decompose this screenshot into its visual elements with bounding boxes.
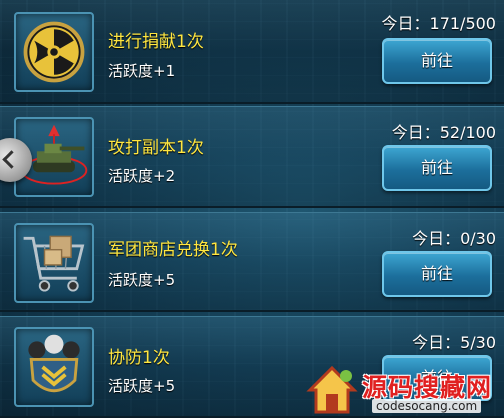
shopping-cart-icon — [14, 223, 94, 303]
radiation-icon — [14, 12, 94, 92]
watermark-logo: 源码搜藏网 codesocang.com — [302, 360, 504, 418]
task-title: 进行捐献1次 — [108, 32, 204, 52]
task-row-dungeon: 攻打副本1次 活跃度+2 今日：52/100 前往 — [0, 106, 504, 208]
go-button-donate[interactable]: 前往 — [382, 38, 492, 84]
task-list-panel: 进行捐献1次 活跃度+1 今日：171/500 前往 攻打副本1次 活跃度+2 … — [0, 0, 504, 418]
task-reward: 活跃度+1 — [108, 62, 176, 80]
go-button-shop[interactable]: 前往 — [382, 251, 492, 297]
task-row-shop: 军团商店兑换1次 活跃度+5 今日：0/30 前往 — [0, 212, 504, 312]
task-reward: 活跃度+5 — [108, 377, 176, 395]
watermark-url: codesocang.com — [372, 399, 482, 413]
task-reward: 活跃度+2 — [108, 167, 176, 185]
task-row-donate: 进行捐献1次 活跃度+1 今日：171/500 前往 — [0, 0, 504, 104]
task-progress: 今日：0/30 — [412, 229, 496, 248]
shield-icon — [14, 327, 94, 407]
task-title: 协防1次 — [108, 348, 170, 368]
task-progress: 今日：5/30 — [412, 333, 496, 352]
task-title: 攻打副本1次 — [108, 138, 204, 158]
task-title: 军团商店兑换1次 — [108, 240, 238, 260]
task-progress: 今日：52/100 — [391, 123, 496, 142]
task-progress: 今日：171/500 — [381, 14, 496, 33]
task-reward: 活跃度+5 — [108, 271, 176, 289]
go-button-dungeon[interactable]: 前往 — [382, 145, 492, 191]
house-icon — [306, 365, 358, 414]
